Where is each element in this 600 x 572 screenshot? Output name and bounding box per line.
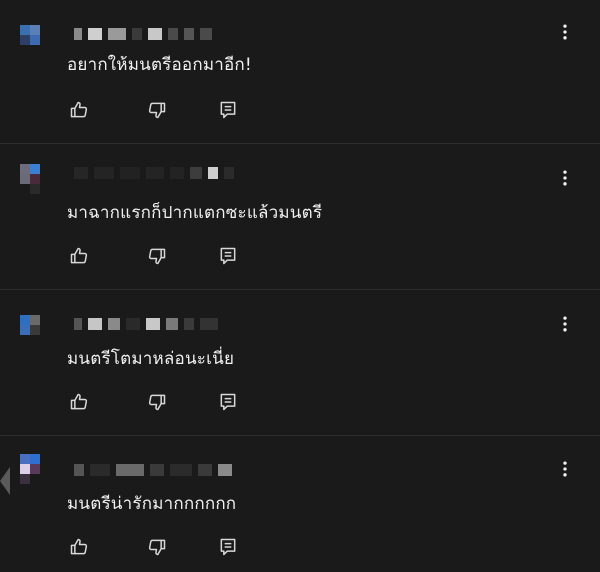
thumbs-down-icon	[148, 248, 166, 265]
more-options-button[interactable]	[553, 312, 577, 336]
comment-actions	[67, 98, 247, 122]
comment-item: มาฉากแรกก็ปากแตกซะแล้วมนตรี	[0, 144, 600, 289]
comment-actions	[67, 535, 247, 559]
comment-text: มนตรีน่ารักมากกกกกก	[67, 494, 237, 514]
reply-comment-icon	[220, 101, 236, 119]
author-name-blurred	[74, 27, 212, 41]
thumbs-up-icon	[70, 393, 88, 410]
avatar[interactable]	[20, 454, 50, 484]
more-vertical-icon	[563, 170, 567, 186]
reply-comment-icon	[220, 393, 236, 411]
more-options-button[interactable]	[553, 166, 577, 190]
comment-item: มนตรีน่ารักมากกกกกก	[0, 436, 600, 572]
comment-actions	[67, 390, 247, 414]
author-name-blurred	[74, 463, 232, 477]
reply-button[interactable]	[216, 535, 240, 559]
thumbs-down-icon	[148, 539, 166, 556]
reply-comment-icon	[220, 538, 236, 556]
reply-button[interactable]	[216, 244, 240, 268]
avatar[interactable]	[20, 25, 50, 55]
comment-item: อยากให้มนตรีออกมาอีก!	[0, 0, 600, 143]
dislike-button[interactable]	[145, 390, 169, 414]
comment-text: มาฉากแรกก็ปากแตกซะแล้วมนตรี	[67, 203, 323, 223]
avatar[interactable]	[20, 315, 50, 345]
scroll-left-arrow-icon[interactable]	[0, 467, 10, 495]
reply-comment-icon	[220, 247, 236, 265]
comment-item: มนตรีโตมาหล่อนะเนี่ย	[0, 290, 600, 435]
reply-button[interactable]	[216, 98, 240, 122]
thumbs-up-icon	[70, 101, 88, 118]
thumbs-up-icon	[70, 538, 88, 555]
author-name-blurred	[74, 166, 234, 180]
like-button[interactable]	[67, 98, 91, 122]
more-vertical-icon	[563, 24, 567, 40]
dislike-button[interactable]	[145, 535, 169, 559]
more-options-button[interactable]	[553, 457, 577, 481]
dislike-button[interactable]	[145, 98, 169, 122]
like-button[interactable]	[67, 390, 91, 414]
more-options-button[interactable]	[553, 20, 577, 44]
reply-button[interactable]	[216, 390, 240, 414]
author-name-blurred	[74, 317, 218, 331]
dislike-button[interactable]	[145, 244, 169, 268]
avatar[interactable]	[20, 164, 50, 194]
comment-actions	[67, 244, 247, 268]
like-button[interactable]	[67, 244, 91, 268]
thumbs-down-icon	[148, 394, 166, 411]
more-vertical-icon	[563, 461, 567, 477]
thumbs-up-icon	[70, 247, 88, 264]
like-button[interactable]	[67, 535, 91, 559]
more-vertical-icon	[563, 316, 567, 332]
thumbs-down-icon	[148, 102, 166, 119]
comment-text: อยากให้มนตรีออกมาอีก!	[67, 55, 252, 75]
comment-text: มนตรีโตมาหล่อนะเนี่ย	[67, 349, 235, 369]
